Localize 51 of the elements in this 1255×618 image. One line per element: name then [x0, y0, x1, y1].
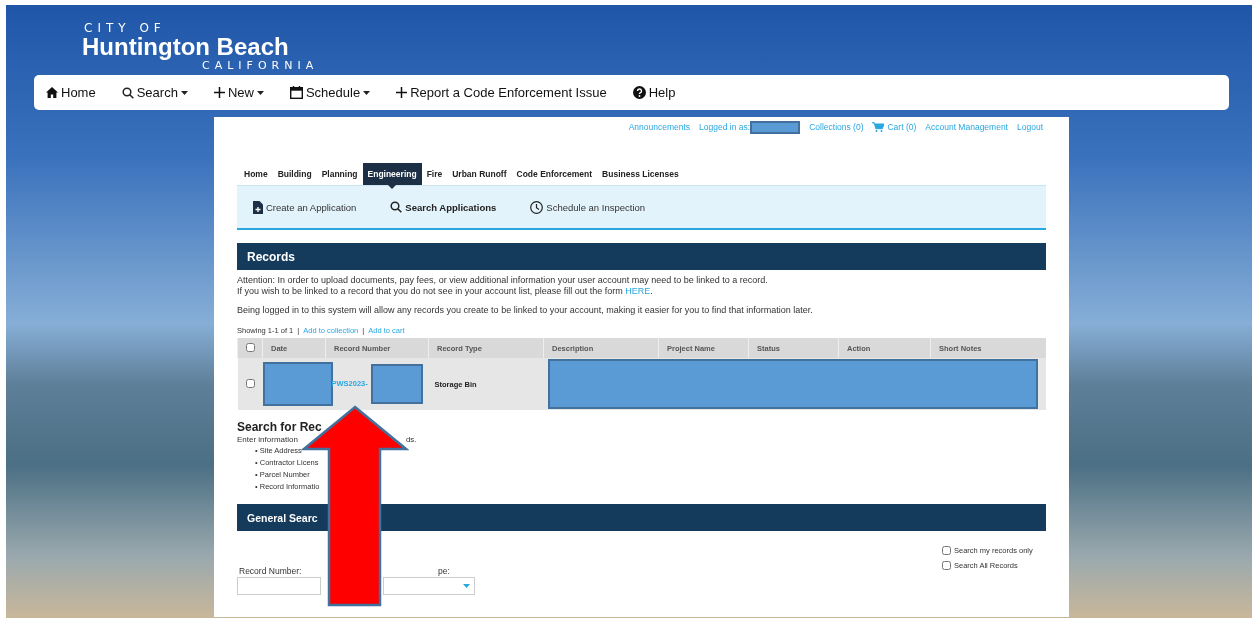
- caret-icon: [463, 584, 470, 588]
- section-heading: Search for Rec: [237, 420, 323, 434]
- document-plus-icon: [253, 200, 263, 214]
- field-label: pe:: [438, 566, 451, 576]
- module-tab[interactable]: Code Enforcement: [511, 163, 598, 185]
- module-tab[interactable]: Home: [239, 163, 273, 185]
- subnav-link[interactable]: Schedule an Inspection: [530, 200, 646, 214]
- section-header: General Searc: [237, 504, 1046, 531]
- redaction-block: [262, 362, 333, 406]
- plus-icon: [396, 87, 408, 98]
- caret-icon: [256, 90, 264, 95]
- module-tab[interactable]: Building: [272, 163, 317, 185]
- logged-in-label: Logged in as:: [699, 122, 751, 132]
- select-all-checkbox[interactable]: [246, 342, 255, 352]
- search-option-checkbox[interactable]: [942, 561, 951, 570]
- subnav-link[interactable]: Search Applications: [390, 201, 497, 213]
- notice-text: Being logged in to this system will allow any records you create to be linked to your account, making it easier for you to find that information later.: [237, 305, 814, 316]
- clock-icon: [530, 200, 544, 214]
- plus-icon: [213, 87, 225, 98]
- module-tab[interactable]: Business Licenses: [597, 163, 684, 185]
- nav-menu-item[interactable]: Help: [632, 85, 676, 100]
- subnav-link[interactable]: Create an Application: [253, 200, 357, 214]
- module-tab[interactable]: Planning: [316, 163, 363, 185]
- instruction-text: Enter information: [237, 434, 298, 445]
- caret-icon: [363, 90, 371, 95]
- row-checkbox[interactable]: [245, 378, 255, 388]
- home-icon: [46, 87, 58, 98]
- caret-icon: [180, 90, 188, 95]
- instruction-text: ds.: [405, 434, 417, 445]
- search-icon: [121, 86, 134, 99]
- search-option-checkbox[interactable]: [942, 546, 951, 555]
- notice-text: Attention: In order to upload documents, pay fees, or view additional information your user account may need to be linked to a record. If you wish to be linked to a record that you do not see in your account list, please fill out the form HERE.: [237, 275, 769, 297]
- city-logo-title: Huntington Beach: [82, 35, 289, 59]
- nav-menu-item[interactable]: Schedule: [289, 85, 371, 100]
- search-icon: [390, 201, 403, 213]
- redaction-block: [750, 120, 801, 134]
- calendar-icon: [289, 86, 303, 99]
- help-icon: [632, 86, 646, 99]
- logo-state: CALIFORNIA: [202, 59, 319, 72]
- field-label: Record Number:: [239, 566, 303, 576]
- section-header: Records: [237, 243, 1046, 270]
- record-number-field[interactable]: [237, 577, 321, 595]
- nav-menu-item[interactable]: Home: [46, 85, 96, 100]
- cart-icon: [872, 122, 885, 132]
- redaction-block: [370, 364, 423, 404]
- module-tab[interactable]: Urban Runoff: [447, 163, 512, 185]
- nav-menu-item[interactable]: New: [213, 85, 264, 100]
- module-tab[interactable]: Fire: [421, 163, 448, 185]
- nav-menu-item[interactable]: Report a Code Enforcement Issue: [396, 85, 607, 100]
- logo-subtitle: CITY OF: [84, 22, 166, 35]
- nav-menu-item[interactable]: Search: [121, 85, 188, 100]
